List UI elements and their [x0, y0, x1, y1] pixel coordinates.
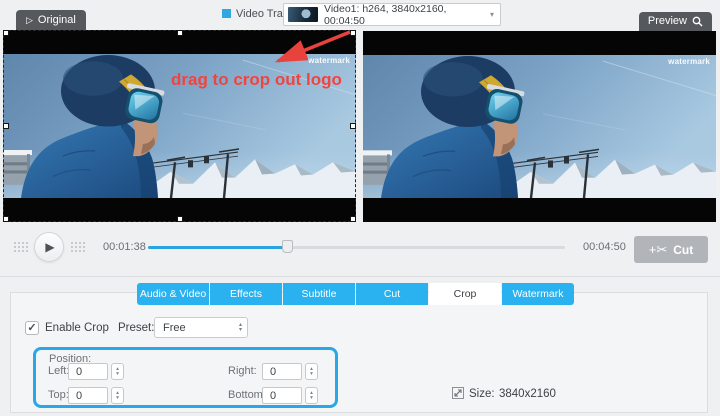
letterbox-top [3, 30, 356, 54]
position-highlight-box: Position: Left: ▴▾ Right: ▴▾ Top: ▴▾ Bot… [33, 347, 338, 408]
filmstrip-left-icon [12, 240, 29, 254]
section-divider [0, 276, 720, 277]
seek-slider[interactable] [148, 240, 565, 254]
video-thumbnail [288, 7, 318, 22]
video-track-icon [222, 9, 231, 18]
cut-button[interactable]: +✂ Cut [634, 236, 708, 263]
letterbox-top [363, 31, 716, 55]
size-label: Size: [469, 388, 495, 400]
crop-left-input[interactable] [68, 363, 108, 380]
preview-label: Preview [648, 12, 687, 31]
bottom-label: Bottom: [228, 389, 266, 401]
play-outline-icon: ▷ [26, 10, 33, 30]
total-time: 00:04:50 [583, 241, 626, 253]
preview-button[interactable]: Preview [639, 12, 712, 31]
preview-video-canvas: watermark [363, 31, 716, 222]
enable-crop-label: Enable Crop [45, 322, 109, 334]
left-label: Left: [48, 365, 69, 377]
enable-crop-checkbox[interactable]: ✓ [25, 321, 39, 335]
tab-crop[interactable]: Crop [429, 283, 501, 305]
preview-video-picture: watermark [363, 55, 716, 198]
crop-top-input[interactable] [68, 387, 108, 404]
preset-label: Preset: [118, 322, 154, 334]
current-time: 00:01:38 [103, 241, 146, 253]
tab-subtitle[interactable]: Subtitle [283, 283, 355, 305]
progress-fill [148, 246, 288, 249]
size-value: 3840x2160 [499, 388, 556, 400]
progress-handle[interactable] [282, 240, 293, 253]
original-tab[interactable]: ▷ Original [16, 10, 86, 30]
stepper-arrows-icon: ▴▾ [239, 323, 242, 333]
chevron-down-icon: ▾ [490, 10, 494, 19]
checkmark-icon: ✓ [26, 322, 38, 334]
crop-bottom-stepper[interactable]: ▴▾ [305, 387, 318, 404]
original-tab-label: Original [38, 10, 76, 30]
letterbox-bottom [3, 198, 356, 222]
video-track-select[interactable]: Video1: h264, 3840x2160, 00:04:50 ▾ [283, 3, 501, 26]
crop-right-input[interactable] [262, 363, 302, 380]
play-icon: ▶ [45, 240, 54, 254]
skier-scene-image [363, 55, 716, 198]
crop-right-stepper[interactable]: ▴▾ [305, 363, 318, 380]
tab-effects[interactable]: Effects [210, 283, 282, 305]
tab-audio-video[interactable]: Audio & Video [137, 283, 209, 305]
original-video-canvas[interactable]: watermark drag to crop out logo [3, 30, 356, 222]
annotation-text: drag to crop out logo [171, 70, 342, 90]
watermark-overlay-text: watermark [308, 56, 350, 65]
crop-top-stepper[interactable]: ▴▾ [111, 387, 124, 404]
top-label: Top: [48, 389, 69, 401]
filmstrip-right-icon [69, 240, 86, 254]
crop-left-stepper[interactable]: ▴▾ [111, 363, 124, 380]
magnifier-icon [692, 16, 703, 27]
video-editor-window: ▷ Original Video Track: Video1: h264, 38… [0, 0, 720, 416]
resize-icon [452, 387, 464, 399]
scissors-icon: +✂ [649, 242, 667, 258]
play-button[interactable]: ▶ [34, 232, 64, 262]
crop-bottom-input[interactable] [262, 387, 302, 404]
preset-value: Free [155, 322, 186, 334]
tab-cut[interactable]: Cut [356, 283, 428, 305]
preset-select[interactable]: Free ▴▾ [154, 317, 248, 338]
right-label: Right: [228, 365, 257, 377]
letterbox-bottom [363, 198, 716, 222]
tab-watermark[interactable]: Watermark [502, 283, 574, 305]
cut-button-label: Cut [673, 243, 693, 257]
video-track-value: Video1: h264, 3840x2160, 00:04:50 [324, 3, 490, 27]
watermark-overlay-text: watermark [668, 57, 710, 66]
settings-tab-bar: Audio & Video Effects Subtitle Cut Crop … [137, 283, 574, 305]
